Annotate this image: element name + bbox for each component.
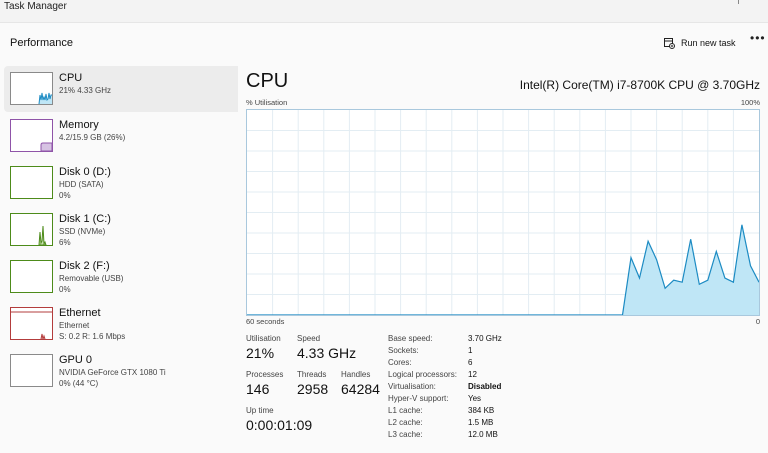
sidebar-item-usage: 0% [59,191,71,200]
uptime-label: Up time [246,406,274,415]
utilisation-label: Utilisation [246,334,281,343]
sidebar-item-disk-1[interactable]: Disk 1 (C:) SSD (NVMe) 6% [4,207,252,253]
sidebar-item-detail: Ethernet [59,321,90,330]
run-new-task-button[interactable]: Run new task [664,35,736,51]
graph-min-label: 0 [755,317,760,326]
spec-value: 384 KB [468,406,495,415]
spec-label: Base speed: [388,334,433,343]
sidebar-item-disk-2[interactable]: Disk 2 (F:) Removable (USB) 0% [4,254,252,300]
cpu-utilisation-graph[interactable] [246,109,760,316]
sidebar-item-detail: SSD (NVMe) [59,227,106,236]
window-titlebar: Task Manager [0,0,768,22]
spec-value: 1 [468,346,473,355]
ethernet-thumbnail-graph [10,307,53,340]
sidebar-item-usage: S: 0.2 R: 1.6 Mbps [59,332,126,341]
speed-label: Speed [297,334,321,343]
disk-1-thumbnail-graph [10,213,53,246]
processes-value: 146 [246,381,270,397]
spec-value: 12.0 MB [468,430,498,439]
window-control-divider [738,0,749,4]
run-task-icon [664,37,675,49]
window-controls[interactable] [728,0,768,22]
sidebar-item-label: CPU [59,72,83,84]
spec-label: L3 cache: [388,430,423,439]
sidebar-item-detail: 21% 4.33 GHz [59,86,112,95]
sidebar-item-usage: 0% [59,285,71,294]
detail-title: CPU [246,70,289,92]
spec-value: 6 [468,358,473,367]
sidebar-item-gpu-0[interactable]: GPU 0 NVIDIA GeForce GTX 1080 Ti 0% (44 … [4,348,252,394]
threads-value: 2958 [297,381,329,397]
more-options-button[interactable]: ••• [750,31,766,45]
cpu-detail-panel: CPU Intel(R) Core(TM) i7-8700K CPU @ 3.7… [238,62,768,453]
graph-x-axis-label: 60 seconds [246,317,285,326]
spec-label: L2 cache: [388,418,423,427]
sidebar-item-disk-0[interactable]: Disk 0 (D:) HDD (SATA) 0% [4,160,252,206]
spec-label: Logical processors: [388,370,457,379]
uptime-value: 0:00:01:09 [246,417,313,433]
sidebar-item-label: Ethernet [59,307,101,319]
utilisation-value: 21% [246,345,275,361]
threads-label: Threads [297,370,327,379]
sidebar-item-detail: Removable (USB) [59,274,124,283]
sidebar-item-detail: NVIDIA GeForce GTX 1080 Ti [59,368,166,377]
sidebar-item-memory[interactable]: Memory 4.2/15.9 GB (26%) [4,113,252,159]
spec-label: Cores: [388,358,412,367]
handles-label: Handles [341,370,371,379]
disk-0-thumbnail-graph [10,166,53,199]
sidebar-item-label: Disk 0 (D:) [59,166,111,178]
sidebar-item-label: Disk 2 (F:) [59,260,110,272]
window-title: Task Manager [4,1,67,12]
performance-sidebar: CPU 21% 4.33 GHz Memory 4.2/15.9 GB (26%… [0,62,252,453]
sidebar-item-label: Disk 1 (C:) [59,213,111,225]
spec-value: 12 [468,370,477,379]
sidebar-item-usage: 0% (44 °C) [59,379,99,388]
processes-label: Processes [246,370,284,379]
graph-y-axis-label: % Utilisation [246,98,288,107]
sidebar-item-cpu[interactable]: CPU 21% 4.33 GHz [4,66,252,112]
cpu-model-name: Intel(R) Core(TM) i7-8700K CPU @ 3.70GHz [519,78,760,92]
sidebar-item-detail: 4.2/15.9 GB (26%) [59,133,126,142]
spec-label: Sockets: [388,346,419,355]
cpu-utilisation-chart [247,110,759,315]
command-bar: Performance Run new task ••• [0,22,768,63]
handles-value: 64284 [341,381,380,397]
run-new-task-label: Run new task [681,38,736,48]
disk-2-thumbnail-graph [10,260,53,293]
spec-value: Yes [468,394,482,403]
cpu-thumbnail-graph [10,72,53,105]
page-title: Performance [10,37,73,49]
sidebar-item-ethernet[interactable]: Ethernet Ethernet S: 0.2 R: 1.6 Mbps [4,301,252,347]
spec-label: Hyper-V support: [388,394,449,403]
memory-thumbnail-graph [10,119,53,152]
speed-value: 4.33 GHz [297,345,357,361]
spec-value: 3.70 GHz [468,334,502,343]
graph-max-label: 100% [740,98,760,107]
sidebar-item-usage: 6% [59,238,71,247]
spec-value: 1.5 MB [468,418,494,427]
spec-value: Disabled [468,382,502,391]
sidebar-item-detail: HDD (SATA) [59,180,104,189]
spec-label: Virtualisation: [388,382,436,391]
sidebar-item-label: Memory [59,119,99,131]
gpu-0-thumbnail-graph [10,354,53,387]
sidebar-item-label: GPU 0 [59,354,93,366]
spec-label: L1 cache: [388,406,423,415]
